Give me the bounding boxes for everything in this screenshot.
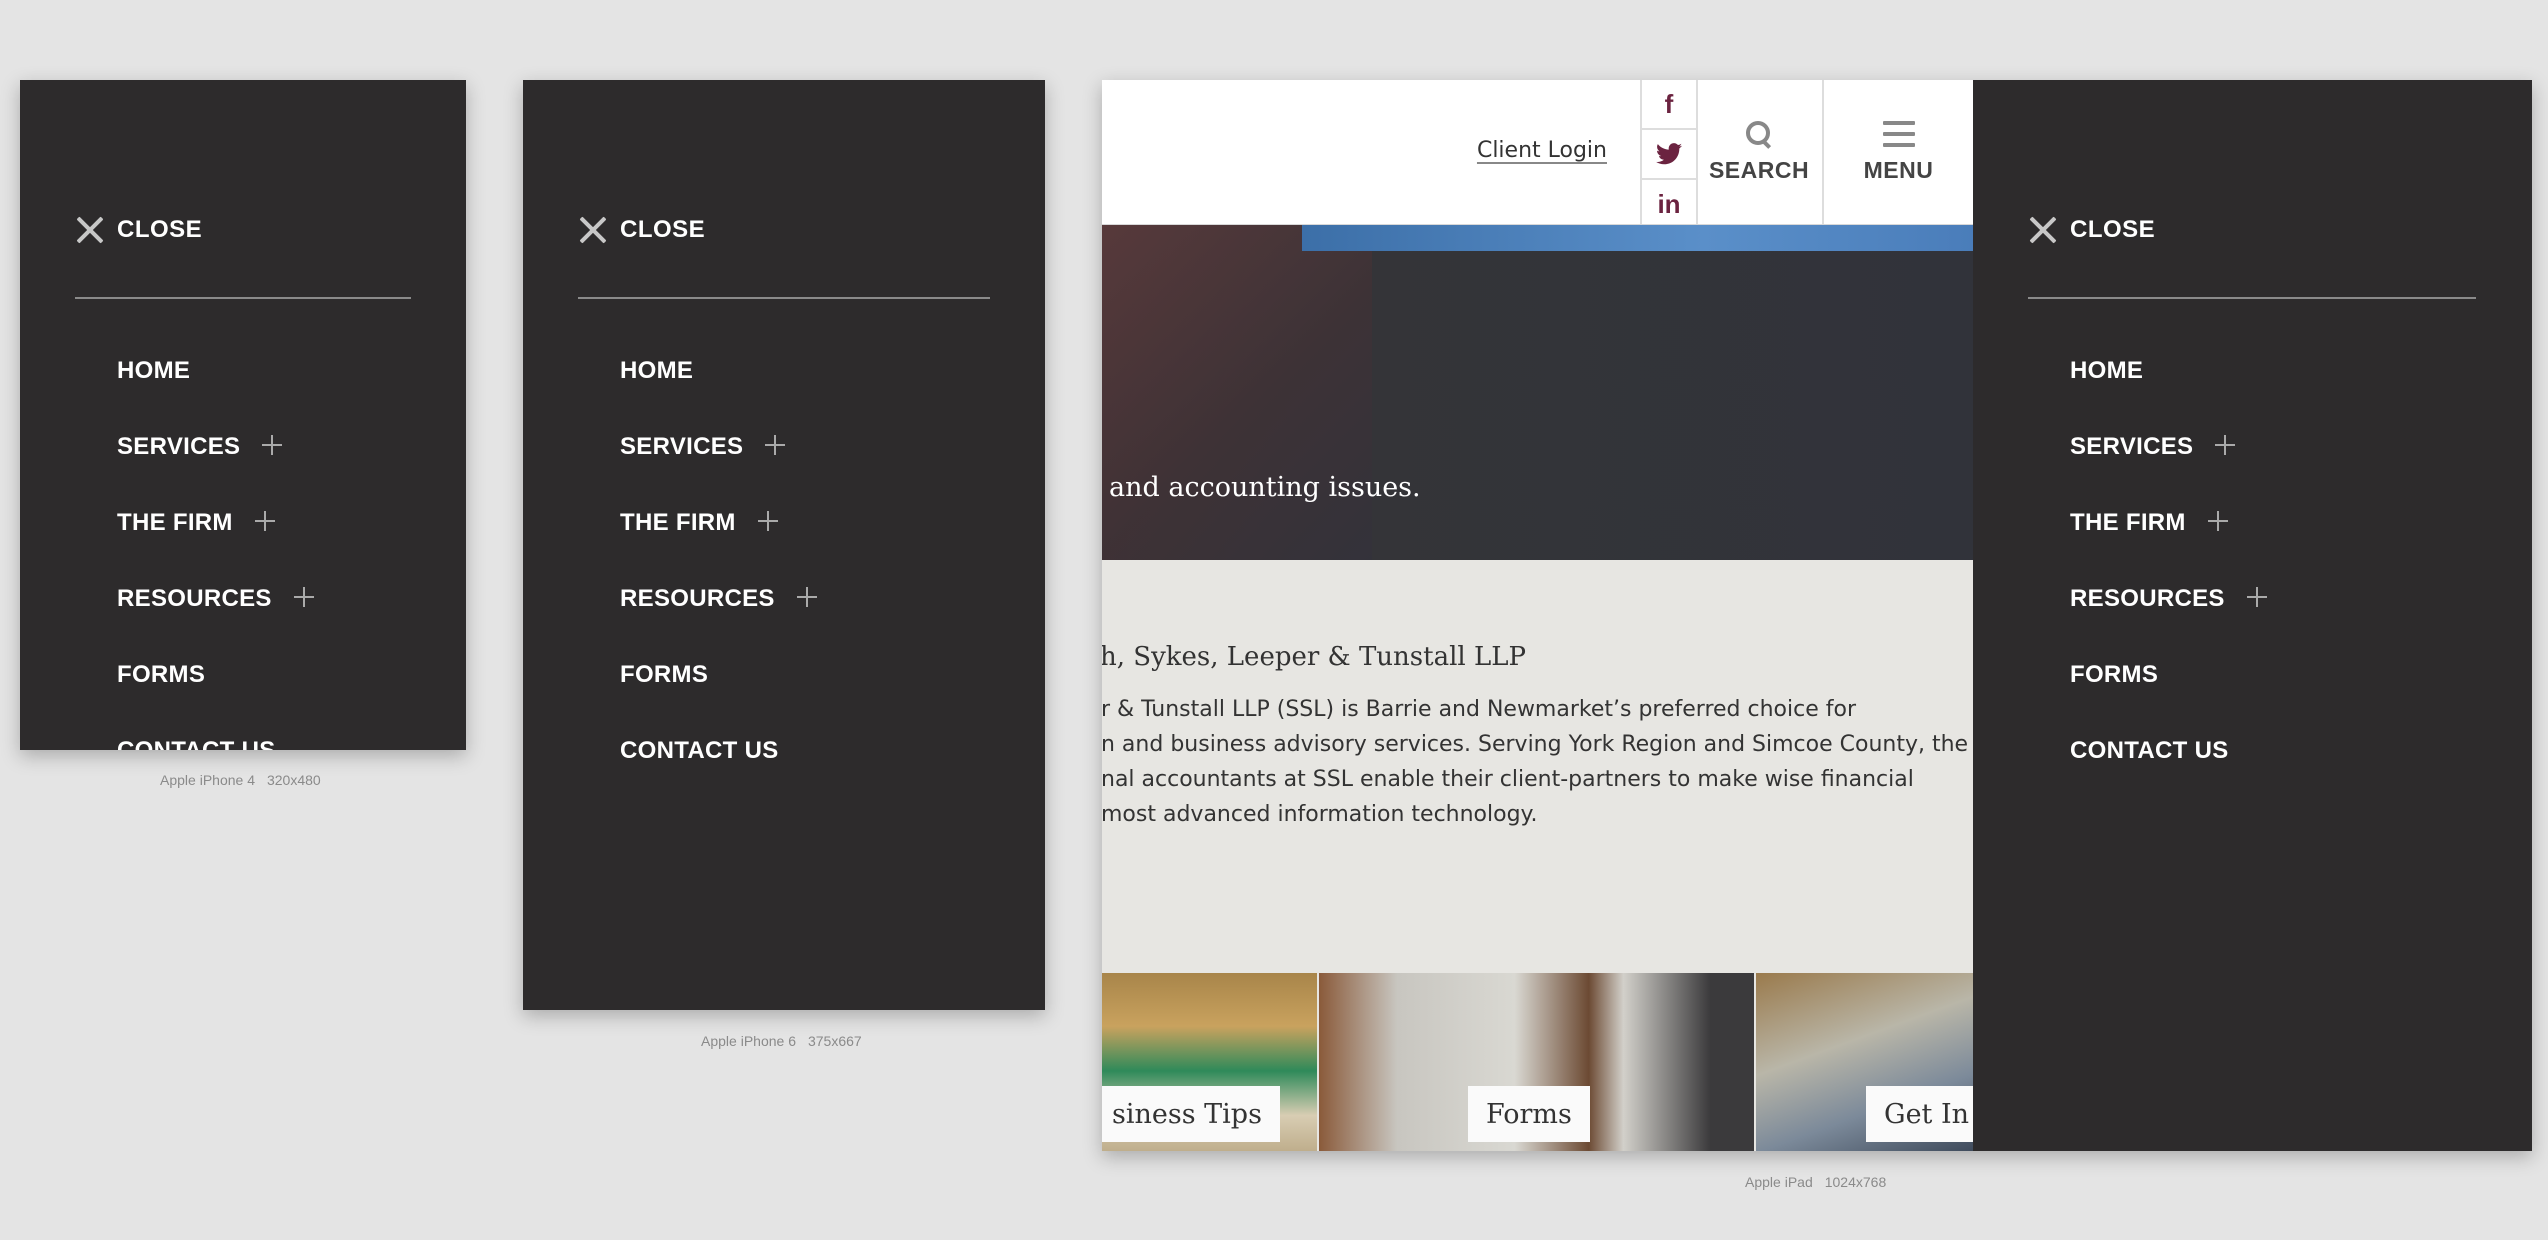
- iphone4-menu-panel: CLOSE HOME SERVICES THE FIRM RESOURCES F…: [20, 80, 466, 750]
- device-caption: Apple iPhone 6 375x667: [701, 1033, 862, 1049]
- close-label: CLOSE: [620, 216, 706, 243]
- nav-item-resources[interactable]: RESOURCES: [620, 561, 817, 637]
- about-title: h, Sykes, Leeper & Tunstall LLP: [1102, 642, 1527, 672]
- nav-item-the-firm[interactable]: THE FIRM: [117, 485, 314, 561]
- menu-divider: [75, 297, 411, 299]
- menu-divider: [2028, 297, 2476, 299]
- site-header: Client Login f in SEARCH MENU: [1102, 80, 1973, 226]
- about-body: r & Tunstall LLP (SSL) is Barrie and New…: [1102, 697, 1969, 827]
- hero-text: and accounting issues.: [1109, 472, 1421, 503]
- tile-label: Get In: [1866, 1086, 1973, 1142]
- device-caption: Apple iPhone 4 320x480: [160, 772, 321, 788]
- tile-forms[interactable]: Forms: [1319, 973, 1754, 1151]
- close-button[interactable]: CLOSE: [75, 210, 202, 250]
- nav-item-forms[interactable]: FORMS: [2070, 637, 2267, 713]
- nav-item-contact-us[interactable]: CONTACT US: [2070, 713, 2267, 789]
- close-button[interactable]: CLOSE: [2028, 210, 2155, 250]
- plus-icon[interactable]: [293, 587, 314, 607]
- plus-icon[interactable]: [262, 435, 283, 455]
- facebook-icon[interactable]: f: [1642, 80, 1696, 130]
- search-icon: [1746, 120, 1772, 147]
- tile-business-tips[interactable]: siness Tips: [1102, 973, 1317, 1151]
- close-icon: [75, 215, 105, 245]
- nav-menu: HOME SERVICES THE FIRM RESOURCES FORMS C…: [2070, 333, 2267, 789]
- hero-building-image: [1102, 225, 1372, 560]
- tile-label: siness Tips: [1102, 1086, 1280, 1142]
- nav-item-the-firm[interactable]: THE FIRM: [620, 485, 817, 561]
- nav-item-home[interactable]: HOME: [2070, 333, 2267, 409]
- twitter-icon[interactable]: [1642, 130, 1696, 180]
- nav-item-resources[interactable]: RESOURCES: [2070, 561, 2267, 637]
- nav-item-services[interactable]: SERVICES: [620, 409, 817, 485]
- plus-icon[interactable]: [765, 435, 786, 455]
- nav-item-forms[interactable]: FORMS: [117, 637, 314, 713]
- ipad-menu-panel: CLOSE HOME SERVICES THE FIRM RESOURCES F…: [1973, 80, 2532, 1151]
- nav-item-home[interactable]: HOME: [117, 333, 314, 409]
- social-links: f in: [1640, 80, 1698, 224]
- plus-icon[interactable]: [2207, 511, 2228, 531]
- ipad-frame: Client Login f in SEARCH MENU and accoun…: [1102, 80, 2532, 1151]
- device-caption: Apple iPad 1024x768: [1745, 1174, 1887, 1190]
- tile-get-in-touch[interactable]: Get In: [1756, 973, 1973, 1151]
- nav-item-resources[interactable]: RESOURCES: [117, 561, 314, 637]
- nav-item-contact-us[interactable]: CONTACT US: [620, 713, 817, 789]
- plus-icon[interactable]: [757, 511, 778, 531]
- nav-item-services[interactable]: SERVICES: [2070, 409, 2267, 485]
- nav-item-home[interactable]: HOME: [620, 333, 817, 409]
- nav-item-contact-us[interactable]: CONTACT US: [117, 713, 314, 750]
- website-view: Client Login f in SEARCH MENU and accoun…: [1102, 80, 1973, 1151]
- tile-label: Forms: [1468, 1086, 1590, 1142]
- linkedin-icon[interactable]: in: [1642, 180, 1696, 228]
- client-login-link[interactable]: Client Login: [1477, 138, 1607, 163]
- nav-menu: HOME SERVICES THE FIRM RESOURCES FORMS C…: [620, 333, 817, 789]
- nav-item-forms[interactable]: FORMS: [620, 637, 817, 713]
- hero-sky-image: [1302, 225, 1973, 251]
- plus-icon[interactable]: [2246, 587, 2267, 607]
- nav-item-services[interactable]: SERVICES: [117, 409, 314, 485]
- nav-menu: HOME SERVICES THE FIRM RESOURCES FORMS C…: [117, 333, 314, 750]
- menu-divider: [578, 297, 990, 299]
- search-button[interactable]: SEARCH: [1696, 80, 1824, 224]
- plus-icon[interactable]: [796, 587, 817, 607]
- plus-icon[interactable]: [254, 511, 275, 531]
- hero-banner: and accounting issues.: [1102, 225, 1973, 560]
- close-label: CLOSE: [117, 216, 203, 243]
- close-icon: [578, 215, 608, 245]
- hamburger-icon: [1882, 120, 1915, 147]
- close-label: CLOSE: [2070, 216, 2156, 243]
- iphone6-menu-panel: CLOSE HOME SERVICES THE FIRM RESOURCES F…: [523, 80, 1045, 1010]
- feature-tiles: siness Tips Forms Get In: [1102, 973, 1973, 1151]
- nav-item-the-firm[interactable]: THE FIRM: [2070, 485, 2267, 561]
- menu-button[interactable]: MENU: [1824, 80, 1973, 224]
- close-button[interactable]: CLOSE: [578, 210, 705, 250]
- close-icon: [2028, 215, 2058, 245]
- plus-icon[interactable]: [2215, 435, 2236, 455]
